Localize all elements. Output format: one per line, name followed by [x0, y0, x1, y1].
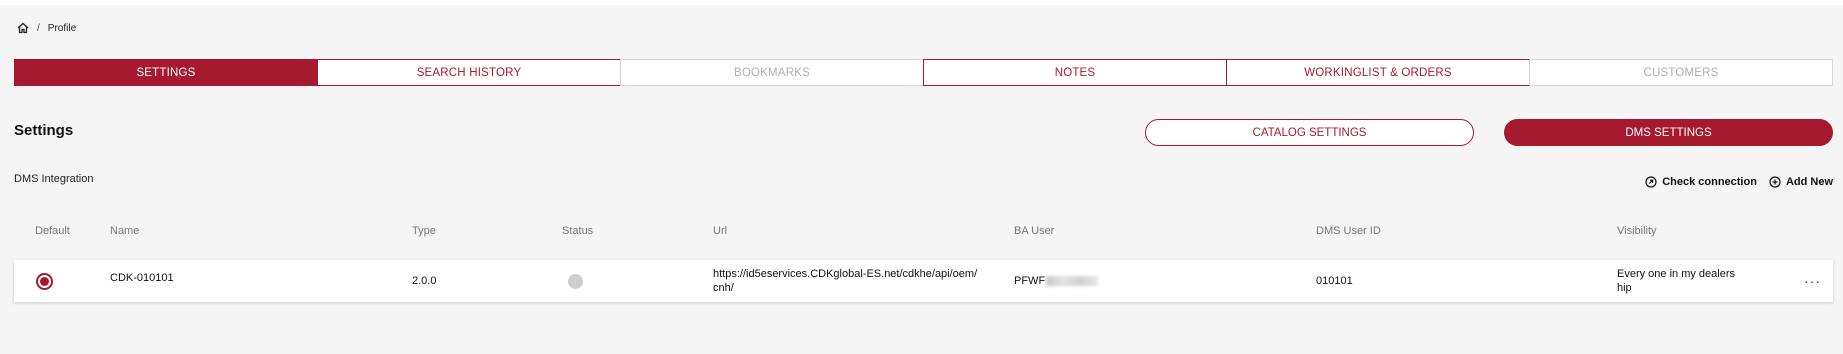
add-new-button[interactable]: Add New	[1769, 176, 1833, 188]
tab-workinglist-orders[interactable]: WORKINGLIST & ORDERS	[1226, 59, 1530, 86]
add-new-label: Add New	[1785, 176, 1833, 188]
tab-search-history[interactable]: SEARCH HISTORY	[317, 59, 621, 86]
row-visibility: Every one in my dealers hip	[1617, 267, 1735, 295]
row-visibility-line1: Every one in my dealers	[1617, 268, 1735, 280]
page-title: Settings	[14, 122, 74, 139]
column-header-ba-user[interactable]: BA User	[1014, 225, 1054, 237]
redacted-blur	[1046, 276, 1099, 287]
row-ba-user-text: PFWF	[1014, 275, 1046, 287]
default-radio[interactable]	[36, 273, 53, 290]
column-header-type[interactable]: Type	[412, 225, 436, 237]
status-indicator	[568, 274, 583, 289]
dms-actions: Check connection Add New	[1633, 176, 1833, 188]
breadcrumb-separator: /	[37, 22, 40, 34]
home-icon[interactable]	[17, 22, 29, 34]
catalog-settings-button[interactable]: CATALOG SETTINGS	[1145, 119, 1474, 146]
column-header-dms-user-id[interactable]: DMS User ID	[1316, 225, 1381, 237]
check-connection-button[interactable]: Check connection	[1645, 176, 1757, 188]
breadcrumb-current: Profile	[47, 22, 77, 34]
table-row[interactable]: CDK-010101 2.0.0 https://id5eservices.CD…	[14, 260, 1833, 302]
column-header-url[interactable]: Url	[713, 225, 727, 237]
row-dms-user-id: 010101	[1316, 275, 1353, 287]
row-url: https://id5eservices.CDKglobal-ES.net/cd…	[713, 267, 977, 295]
check-connection-icon	[1645, 176, 1657, 188]
breadcrumb: / Profile	[17, 22, 76, 34]
tab-notes[interactable]: NOTES	[923, 59, 1227, 86]
row-url-line2: cnh/	[713, 282, 734, 294]
tab-bookmarks: BOOKMARKS	[620, 59, 924, 86]
more-options-icon[interactable]: ···	[1804, 273, 1821, 289]
column-header-default[interactable]: Default	[35, 225, 70, 237]
dms-integration-heading: DMS Integration	[14, 173, 94, 185]
row-visibility-line2: hip	[1617, 282, 1632, 294]
tab-customers: CUSTOMERS	[1529, 59, 1833, 86]
column-header-visibility[interactable]: Visibility	[1617, 225, 1657, 237]
dms-settings-button[interactable]: DMS SETTINGS	[1504, 119, 1833, 146]
top-strip	[0, 0, 1843, 5]
row-ba-user: PFWF	[1014, 275, 1099, 287]
column-header-name[interactable]: Name	[110, 225, 139, 237]
column-header-status[interactable]: Status	[562, 225, 593, 237]
profile-tabs: SETTINGS SEARCH HISTORY BOOKMARKS NOTES …	[14, 59, 1833, 86]
table-header: Default Name Type Status Url BA User DMS…	[14, 225, 1833, 239]
row-type: 2.0.0	[412, 275, 437, 287]
tab-settings[interactable]: SETTINGS	[14, 59, 318, 86]
add-circle-icon	[1769, 176, 1781, 188]
row-name: CDK-010101	[110, 272, 174, 284]
row-url-line1: https://id5eservices.CDKglobal-ES.net/cd…	[713, 268, 978, 280]
check-connection-label: Check connection	[1662, 176, 1757, 188]
